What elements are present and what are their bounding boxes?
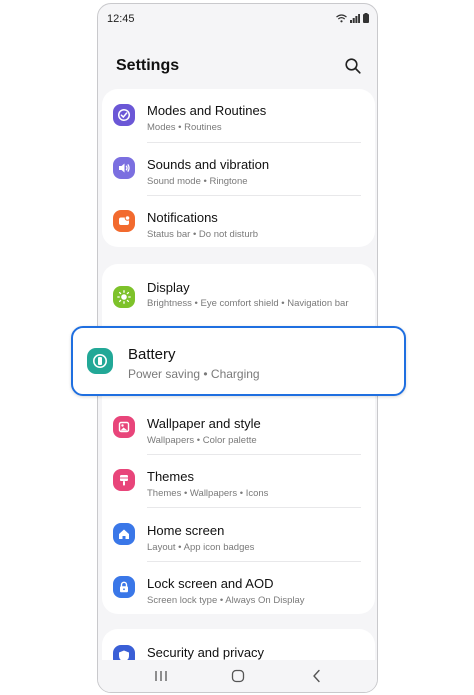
wifi-icon	[336, 13, 347, 22]
item-subtitle: Status bar • Do not disturb	[147, 229, 259, 240]
item-subtitle: Themes • Wallpapers • Icons	[147, 488, 269, 499]
status-bar: 12:45	[98, 4, 377, 32]
home-icon	[113, 523, 135, 545]
battery-icon	[87, 348, 113, 374]
page-title: Settings	[116, 57, 180, 74]
wallpaper-icon	[113, 416, 135, 438]
themes-icon	[113, 469, 135, 491]
recent-apps-icon[interactable]	[152, 668, 170, 684]
item-subtitle: Brightness • Eye comfort shield • Naviga…	[147, 298, 349, 309]
item-title: Themes	[147, 469, 194, 484]
settings-item-display[interactable]: Display Brightness • Eye comfort shield …	[102, 264, 375, 326]
settings-group-display: Display Brightness • Eye comfort shield …	[102, 264, 375, 614]
item-subtitle: Sound mode • Ringtone	[147, 176, 248, 187]
status-time: 12:45	[107, 13, 135, 25]
settings-item-home-screen[interactable]: Home screen Layout • App icon badges	[102, 508, 375, 561]
settings-item-themes[interactable]: Themes Themes • Wallpapers • Icons	[102, 455, 375, 507]
settings-group-connections: Modes and Routines Modes • Routines Soun…	[102, 89, 375, 247]
item-title: Lock screen and AOD	[147, 576, 274, 591]
modes-routines-icon	[113, 104, 135, 126]
item-subtitle: Modes • Routines	[147, 122, 222, 133]
item-title: Modes and Routines	[147, 103, 267, 118]
battery-title: Battery	[128, 346, 176, 363]
settings-item-lock-screen[interactable]: Lock screen and AOD Screen lock type • A…	[102, 562, 375, 614]
lock-icon	[113, 576, 135, 598]
item-title: Home screen	[147, 523, 225, 538]
signal-icon	[350, 13, 360, 23]
settings-item-sounds-vibration[interactable]: Sounds and vibration Sound mode • Ringto…	[102, 143, 375, 195]
item-title: Wallpaper and style	[147, 416, 261, 431]
notification-icon	[113, 210, 135, 232]
settings-item-notifications[interactable]: Notifications Status bar • Do not distur…	[102, 196, 375, 247]
item-subtitle: Wallpapers • Color palette	[147, 435, 257, 446]
battery-status-icon	[363, 13, 369, 23]
home-button-icon[interactable]	[229, 668, 247, 684]
settings-item-battery-highlight[interactable]: Battery Power saving • Charging	[71, 326, 406, 396]
item-title: Notifications	[147, 210, 218, 225]
item-subtitle: Layout • App icon badges	[147, 542, 255, 553]
battery-subtitle: Power saving • Charging	[128, 367, 260, 381]
settings-item-wallpaper-style[interactable]: Wallpaper and style Wallpapers • Color p…	[102, 401, 375, 453]
item-title: Sounds and vibration	[147, 157, 270, 172]
search-icon[interactable]	[344, 57, 362, 75]
item-subtitle: Screen lock type • Always On Display	[147, 595, 305, 606]
display-icon	[113, 286, 135, 308]
status-icons	[336, 13, 369, 23]
sound-icon	[113, 157, 135, 179]
settings-item-modes-routines[interactable]: Modes and Routines Modes • Routines	[102, 89, 375, 142]
back-icon[interactable]	[308, 668, 326, 684]
item-title: Display	[147, 280, 190, 295]
navigation-bar	[98, 660, 377, 692]
item-title: Security and privacy	[147, 645, 265, 660]
